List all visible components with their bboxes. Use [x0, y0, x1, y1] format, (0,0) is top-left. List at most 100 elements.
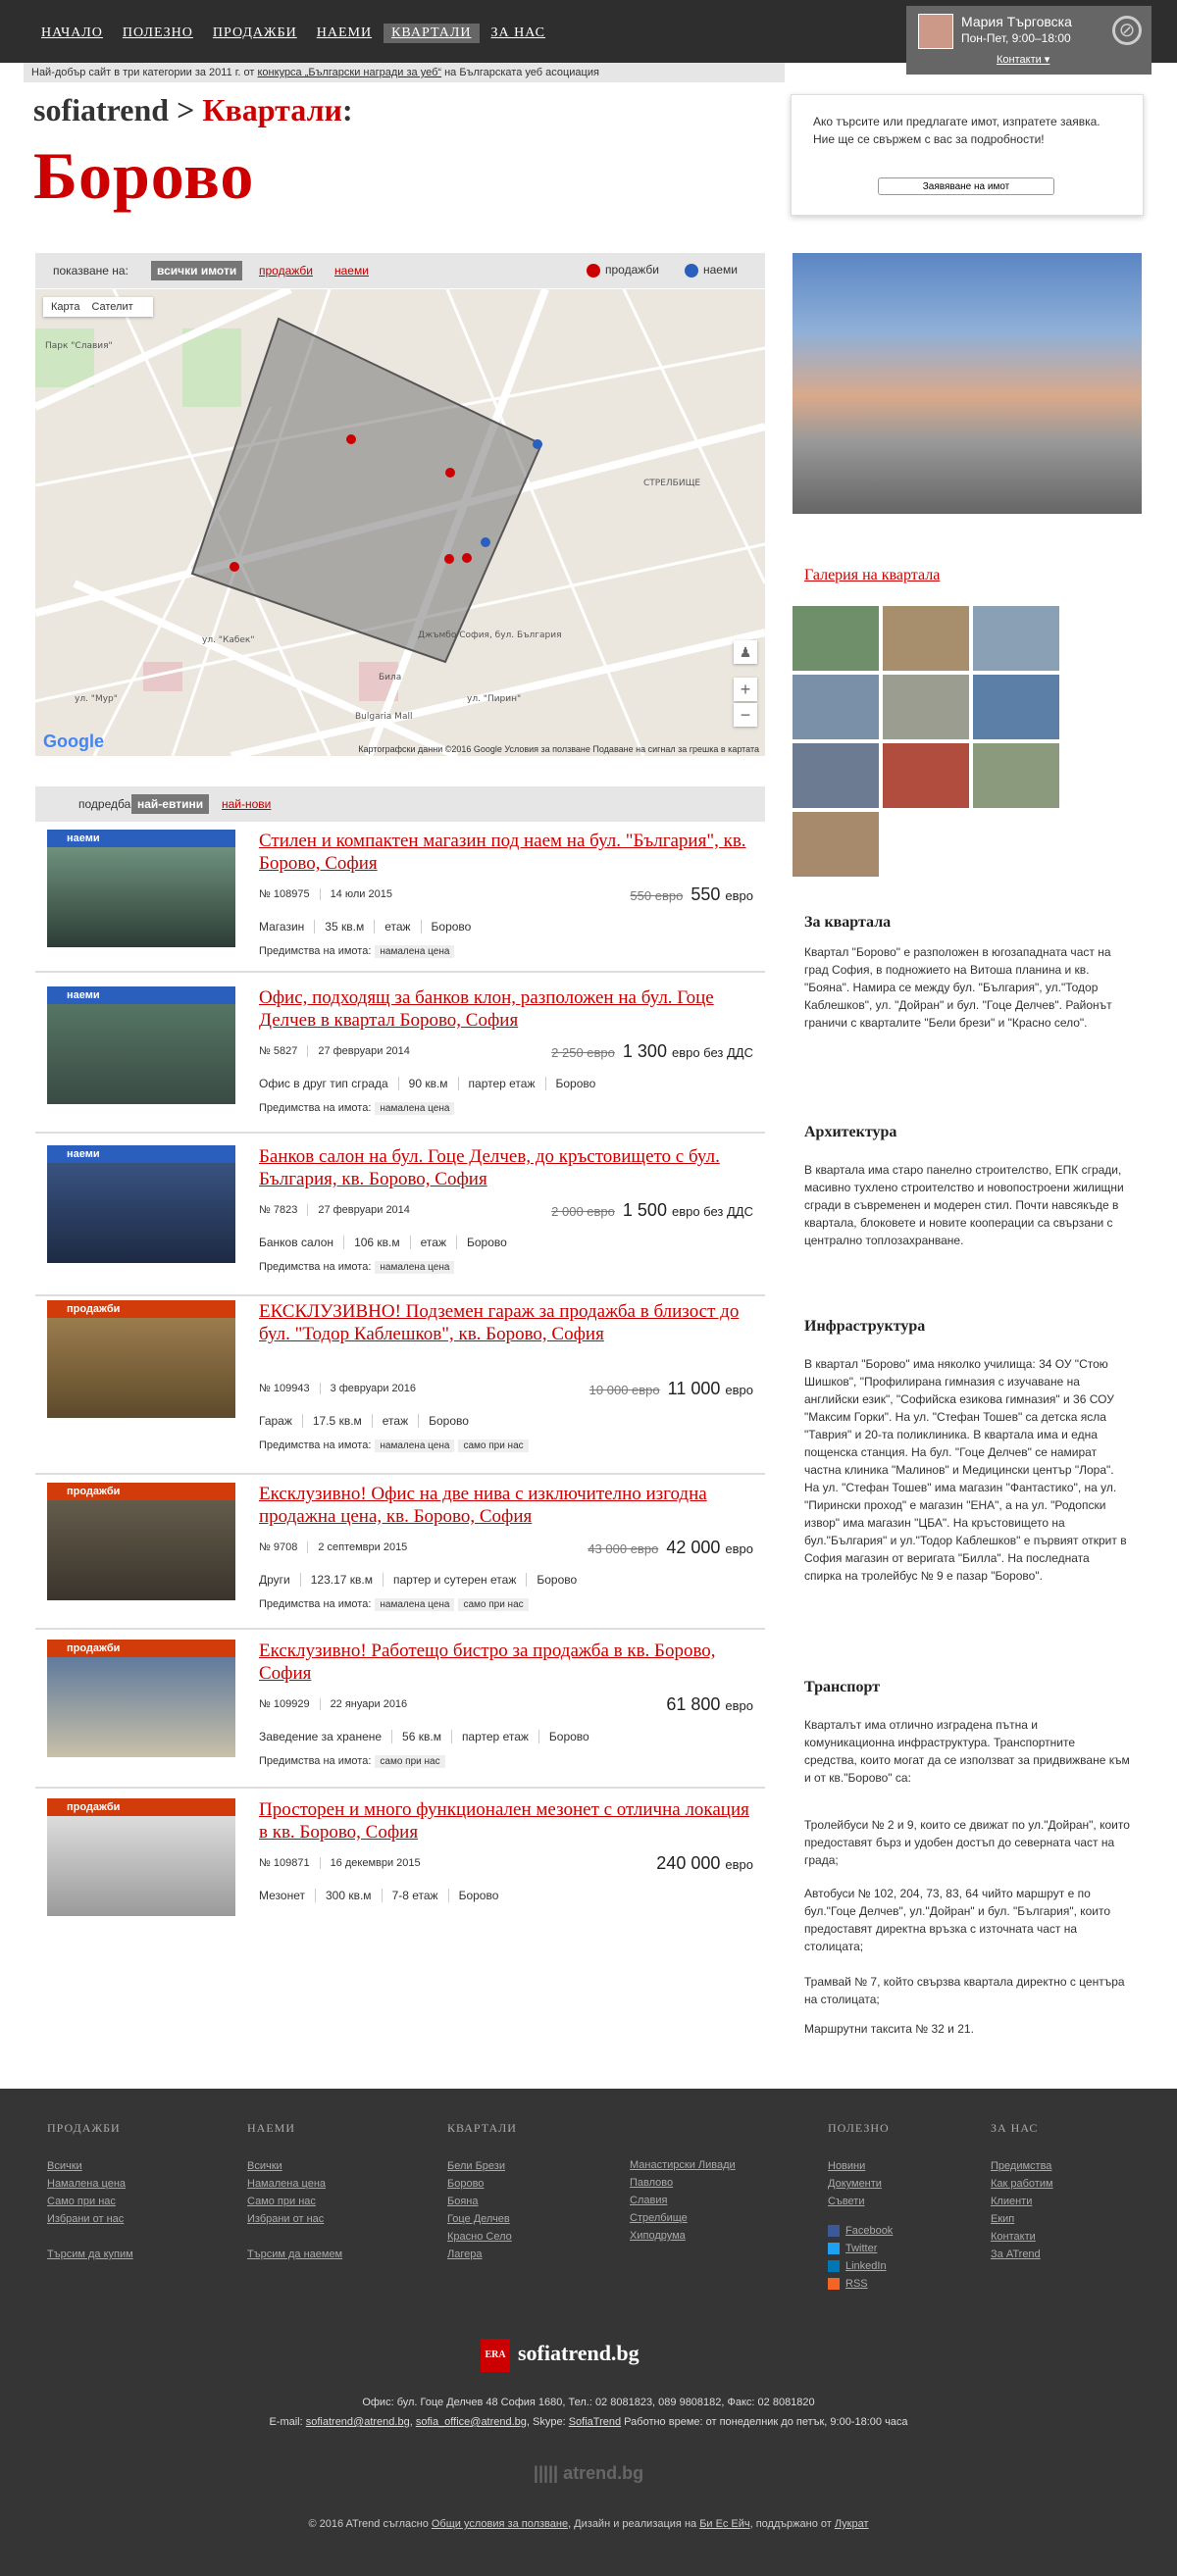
tab-map[interactable]: Карта: [51, 301, 79, 313]
footer-link[interactable]: Намалена цена: [247, 2175, 342, 2193]
listing-title[interactable]: Ексклузивно! Работещо бистро за продажба…: [259, 1640, 749, 1685]
listing-title[interactable]: Стилен и компактен магазин под наем на б…: [259, 830, 749, 875]
gallery-thumb[interactable]: [883, 675, 969, 739]
footer-link[interactable]: Документи: [828, 2175, 893, 2193]
listing-photo[interactable]: [47, 830, 235, 947]
linkedin-link[interactable]: LinkedIn: [828, 2257, 893, 2275]
nav-home[interactable]: НАЧАЛО: [33, 24, 111, 43]
sort-cheapest[interactable]: най-евтини: [131, 794, 210, 814]
terms-link[interactable]: Общи условия за ползване: [432, 2518, 568, 2530]
footer-link[interactable]: Контакти: [991, 2228, 1053, 2246]
footer-link[interactable]: Всички: [47, 2157, 133, 2175]
listing-photo[interactable]: [47, 1300, 235, 1418]
footer-link[interactable]: Бояна: [447, 2193, 517, 2210]
nav-useful[interactable]: ПОЛЕЗНО: [115, 24, 201, 43]
listing-photo[interactable]: [47, 1640, 235, 1757]
filter-all[interactable]: всички имоти: [151, 261, 243, 280]
red-dot-icon: [587, 263, 600, 278]
twitter-link[interactable]: Twitter: [828, 2240, 893, 2257]
filter-rents[interactable]: наеми: [334, 264, 369, 278]
footer-link[interactable]: Предимства: [991, 2157, 1053, 2175]
footer-link[interactable]: Павлово: [630, 2174, 736, 2192]
maintainer-link[interactable]: Лукрат: [835, 2518, 869, 2530]
footer-link[interactable]: Стрелбище: [630, 2209, 736, 2227]
footer-link[interactable]: Лагера: [447, 2246, 517, 2263]
footer-link[interactable]: Съвети: [828, 2193, 893, 2210]
listing-title[interactable]: ЕКСКЛУЗИВНО! Подземен гараж за продажба …: [259, 1300, 749, 1345]
gallery-thumb[interactable]: [793, 675, 879, 739]
nav-sales[interactable]: ПРОДАЖБИ: [205, 24, 305, 43]
nav-neighborhoods[interactable]: КВАРТАЛИ: [384, 24, 480, 43]
footer-link[interactable]: Новини: [828, 2157, 893, 2175]
footer-link[interactable]: Избрани от нас: [47, 2210, 133, 2228]
map[interactable]: Джъмбо София, бул. България Била Bulgari…: [35, 289, 765, 756]
sort-newest[interactable]: най-нови: [222, 797, 271, 811]
footer-link[interactable]: Екип: [991, 2210, 1053, 2228]
gallery-thumb[interactable]: [793, 743, 879, 808]
listing-title[interactable]: Офис, подходящ за банков клон, разположе…: [259, 986, 749, 1032]
footer-link[interactable]: Избрани от нас: [247, 2210, 342, 2228]
listing-photo[interactable]: [47, 1798, 235, 1916]
facebook-link[interactable]: Facebook: [828, 2222, 893, 2240]
footer-logo[interactable]: ERA sofiatrend.bg: [481, 2339, 640, 2372]
footer-heading: ПОЛЕЗНО: [828, 2121, 890, 2135]
gallery-thumb[interactable]: [973, 606, 1059, 671]
adv-label: Предимства на имота:: [259, 1102, 372, 1114]
designer-link[interactable]: Би Ес Ейч: [699, 2518, 749, 2530]
filter-sales[interactable]: продажби: [259, 264, 313, 278]
gallery-thumb[interactable]: [793, 812, 879, 877]
email-link[interactable]: sofia_office@atrend.bg: [416, 2416, 527, 2428]
zoom-out-button[interactable]: −: [734, 703, 757, 727]
map-canvas[interactable]: Джъмбо София, бул. България Била Bulgari…: [35, 289, 765, 756]
crumb-section[interactable]: Квартали: [202, 92, 342, 127]
listing-title[interactable]: Банков салон на бул. Гоце Делчев, до кръ…: [259, 1145, 749, 1190]
footer-link[interactable]: Хиподрума: [630, 2227, 736, 2245]
zoom-in-button[interactable]: +: [734, 678, 757, 701]
footer-link[interactable]: Намалена цена: [47, 2175, 133, 2193]
gallery-link[interactable]: Галерия на квартала: [804, 567, 940, 584]
listing-id: № 109871: [259, 1857, 321, 1869]
listing-title[interactable]: Ексклузивно! Офис на две нива с изключит…: [259, 1483, 749, 1528]
footer-link[interactable]: Всички: [247, 2157, 342, 2175]
award-tagline: Най-добър сайт в три категории за 2011 г…: [24, 63, 785, 82]
footer-link[interactable]: Само при нас: [47, 2193, 133, 2210]
about-heading: За квартала: [804, 914, 892, 931]
logo[interactable]: sofiatrend: [33, 92, 169, 127]
agent-contacts-link[interactable]: Контакти ▾: [997, 53, 1049, 66]
footer-link[interactable]: Бели Брези: [447, 2157, 517, 2175]
award-link[interactable]: конкурса „Български награди за уеб“: [258, 67, 442, 78]
listing-title[interactable]: Просторен и много функционален мезонет с…: [259, 1798, 749, 1844]
request-button[interactable]: Заявяване на имот: [878, 177, 1054, 195]
footer-link[interactable]: Славия: [630, 2192, 736, 2209]
divider: [35, 971, 765, 973]
listing-photo[interactable]: [47, 986, 235, 1104]
footer-link[interactable]: За ATrend: [991, 2246, 1053, 2263]
footer-link[interactable]: Клиенти: [991, 2193, 1053, 2210]
gallery-thumb[interactable]: [973, 675, 1059, 739]
footer-link[interactable]: Само при нас: [247, 2193, 342, 2210]
listing-date: 2 септември 2015: [318, 1541, 408, 1553]
listing-photo[interactable]: [47, 1145, 235, 1263]
tab-satellite[interactable]: Сателит: [91, 301, 132, 313]
skype-link[interactable]: SofiaTrend: [569, 2416, 621, 2428]
gallery-thumb[interactable]: [883, 606, 969, 671]
footer-link[interactable]: Борово: [447, 2175, 517, 2193]
atrend-logo[interactable]: ||||| atrend.bg: [0, 2463, 1177, 2484]
email-link[interactable]: sofiatrend@atrend.bg: [306, 2416, 410, 2428]
footer-link[interactable]: Търсим да купим: [47, 2246, 133, 2263]
footer-link[interactable]: Как работим: [991, 2175, 1053, 2193]
listing-meta: № 5827 27 февруари 2014: [259, 1045, 420, 1057]
gallery-thumb[interactable]: [973, 743, 1059, 808]
street-view-icon[interactable]: ♟: [734, 640, 757, 664]
nav-rents[interactable]: НАЕМИ: [309, 24, 380, 43]
footer-link[interactable]: Красно Село: [447, 2228, 517, 2246]
listing-photo[interactable]: [47, 1483, 235, 1600]
close-icon[interactable]: ⊘: [1112, 16, 1142, 45]
nav-about[interactable]: ЗА НАС: [484, 24, 554, 43]
rss-link[interactable]: RSS: [828, 2275, 893, 2293]
footer-link[interactable]: Търсим да наемем: [247, 2246, 342, 2263]
footer-link[interactable]: Гоце Делчев: [447, 2210, 517, 2228]
footer-link[interactable]: Манастирски Ливади: [630, 2156, 736, 2174]
gallery-thumb[interactable]: [793, 606, 879, 671]
gallery-thumb[interactable]: [883, 743, 969, 808]
